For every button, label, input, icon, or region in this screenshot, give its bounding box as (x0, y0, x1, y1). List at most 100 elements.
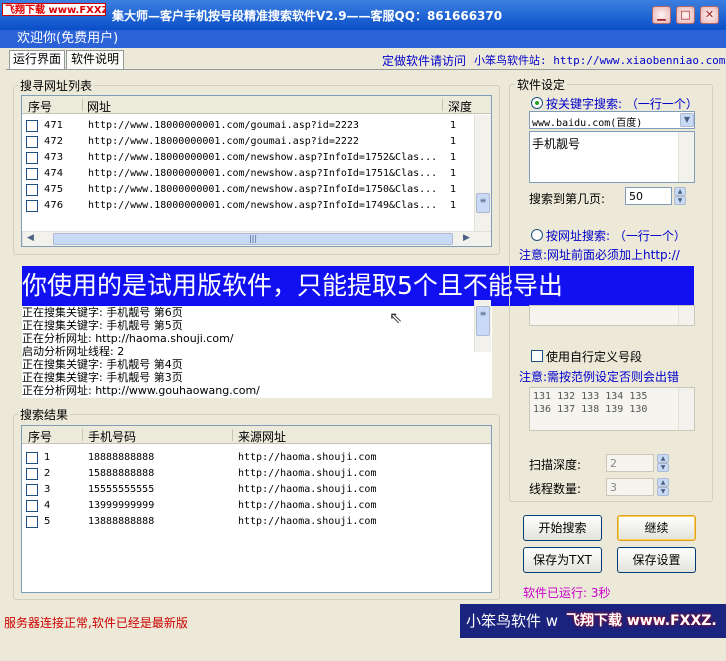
minimize-button[interactable]: ▁ (652, 6, 671, 24)
tab-run[interactable]: 运行界面 (9, 50, 65, 70)
table-row[interactable]: 5 13888888888 http://haoma.shouji.com (22, 514, 491, 530)
url-search-label[interactable]: 按网址搜索: （一行一个） (546, 227, 686, 244)
table-row[interactable]: 473 http://www.18000000001.com/newshow.as… (22, 150, 491, 166)
row-id: 5 (44, 516, 51, 527)
keyword-vscroll[interactable] (678, 132, 694, 182)
keyword-search-label[interactable]: 按关键字搜索: （一行一个） (546, 95, 698, 112)
table-row[interactable]: 471 http://www.18000000001.com/goumai.asp… (22, 118, 491, 134)
threads-down-icon[interactable]: ▼ (657, 487, 669, 496)
col-depth-header[interactable]: 深度 (448, 98, 472, 115)
tab-help[interactable]: 软件说明 (66, 50, 124, 69)
row-checkbox[interactable] (26, 120, 38, 132)
save-txt-button[interactable]: 保存为TXT (523, 547, 602, 573)
table-row[interactable]: 2 15888888888 http://haoma.shouji.com (22, 466, 491, 482)
log-line: 正在分析网址: http://haoma.shouji.com/ (22, 332, 234, 345)
col-id-header[interactable]: 序号 (28, 98, 52, 115)
table-row[interactable]: 475 http://www.18000000001.com/newshow.as… (22, 182, 491, 198)
url-vscroll[interactable] (678, 306, 694, 325)
url-list-hscroll-thumb[interactable]: ||| (53, 233, 453, 245)
row-id: 474 (44, 168, 64, 179)
status-text: 服务器连接正常,软件已经是最新版 (4, 616, 188, 630)
save-settings-button[interactable]: 保存设置 (617, 547, 696, 573)
custom-segment-checkbox[interactable] (531, 350, 543, 362)
keyword-search-radio[interactable] (531, 97, 543, 109)
row-checkbox[interactable] (26, 184, 38, 196)
table-row[interactable]: 1 18888888888 http://haoma.shouji.com (22, 450, 491, 466)
maximize-button[interactable]: □ (676, 6, 695, 24)
scroll-left-arrow-icon[interactable]: ◀ (27, 233, 34, 243)
log-vscroll[interactable]: ≡ (474, 300, 491, 352)
pages-down-icon[interactable]: ▼ (674, 196, 686, 205)
start-search-button[interactable]: 开始搜索 (523, 515, 602, 541)
row-checkbox[interactable] (26, 136, 38, 148)
row-id: 472 (44, 136, 64, 147)
engine-select[interactable]: www.baidu.com(百度) ▼ (529, 111, 695, 129)
row-checkbox[interactable] (26, 452, 38, 464)
row-checkbox[interactable] (26, 200, 38, 212)
log-line: 正在搜集关键字: 手机靓号 第4页 (22, 358, 183, 371)
runtime-label: 软件已运行: 3秒 (523, 586, 611, 600)
results-list[interactable]: 序号 手机号码 来源网址 1 18888888888 http://haoma.sh… (21, 425, 492, 593)
table-row[interactable]: 4 13999999999 http://haoma.shouji.com (22, 498, 491, 514)
row-depth: 1 (450, 136, 457, 147)
row-checkbox[interactable] (26, 468, 38, 480)
custom-segment-label[interactable]: 使用自行定义号段 (546, 348, 642, 365)
footer-brand-text: 小笨鸟软件 w (466, 612, 559, 630)
row-checkbox[interactable] (26, 168, 38, 180)
threads-up-icon[interactable]: ▲ (657, 478, 669, 487)
table-row[interactable]: 476 http://www.18000000001.com/newshow.as… (22, 198, 491, 214)
url-note: 注意:网址前面必须加上http:// (519, 248, 680, 262)
row-id: 471 (44, 120, 64, 131)
url-list-vscroll-thumb[interactable]: ≡ (476, 193, 490, 213)
depth-input[interactable]: 2 (606, 454, 654, 472)
log-line: 正在搜集关键字: 手机靓号 第3页 (22, 371, 183, 384)
segments-vscroll[interactable] (678, 388, 694, 430)
segments-line-2: 136 137 138 139 130 (533, 404, 648, 415)
url-list-hscroll[interactable]: ◀ ||| ▶ (22, 231, 491, 246)
scroll-right-arrow-icon[interactable]: ▶ (463, 233, 470, 243)
depth-down-icon[interactable]: ▼ (657, 463, 669, 472)
continue-button[interactable]: 继续 (617, 515, 696, 541)
mouse-cursor-icon: ⇖ (389, 308, 403, 327)
table-row[interactable]: 474 http://www.18000000001.com/newshow.as… (22, 166, 491, 182)
col-phone-header[interactable]: 手机号码 (88, 428, 136, 445)
row-phone: 13999999999 (88, 500, 155, 511)
custom-software-link[interactable]: 定做软件请访问 (382, 52, 466, 69)
row-depth: 1 (450, 168, 457, 179)
url-search-radio[interactable] (531, 229, 543, 241)
close-button[interactable]: ✕ (700, 6, 719, 24)
row-checkbox[interactable] (26, 500, 38, 512)
url-textarea[interactable] (529, 305, 695, 326)
row-source: http://haoma.shouji.com (238, 468, 377, 479)
col-no-header[interactable]: 序号 (28, 428, 52, 445)
threads-value: 3 (610, 481, 617, 494)
threads-input[interactable]: 3 (606, 478, 654, 496)
url-list[interactable]: 序号 网址 深度 471 http://www.18000000001.com/g… (21, 95, 492, 247)
keyword-textarea[interactable]: 手机靓号 (529, 131, 695, 183)
site-link[interactable]: 小笨鸟软件站: http://www.xiaobenniao.com/ (474, 52, 726, 68)
url-list-title: 搜寻网址列表 (18, 77, 95, 94)
custom-segment-note: 注意:需按范例设定否则会出错 (519, 370, 680, 384)
row-depth: 1 (450, 184, 457, 195)
col-source-header[interactable]: 来源网址 (238, 428, 286, 445)
table-row[interactable]: 472 http://www.18000000001.com/goumai.asp… (22, 134, 491, 150)
row-id: 2 (44, 468, 51, 479)
pages-up-icon[interactable]: ▲ (674, 187, 686, 196)
table-row[interactable]: 3 15555555555 http://haoma.shouji.com (22, 482, 491, 498)
row-url: http://www.18000000001.com/goumai.asp?id… (88, 136, 359, 147)
row-checkbox[interactable] (26, 484, 38, 496)
pages-input[interactable]: 50 (625, 187, 672, 205)
row-checkbox[interactable] (26, 152, 38, 164)
log-vscroll-thumb[interactable]: ≡ (476, 306, 490, 336)
row-id: 475 (44, 184, 64, 195)
segments-textarea[interactable]: 131 132 133 134 135 136 137 138 139 130 (529, 387, 695, 431)
pages-label: 搜索到第几页: (529, 192, 606, 206)
col-url-header[interactable]: 网址 (87, 98, 111, 115)
site-logo: 飞翔下载 www.FXXZ.com (2, 3, 106, 16)
url-list-vscroll[interactable]: ≡ (474, 115, 491, 231)
chevron-down-icon[interactable]: ▼ (680, 113, 694, 127)
tab-divider (6, 69, 720, 70)
depth-up-icon[interactable]: ▲ (657, 454, 669, 463)
welcome-banner: 欢迎你(免费用户) (0, 30, 726, 48)
row-checkbox[interactable] (26, 516, 38, 528)
